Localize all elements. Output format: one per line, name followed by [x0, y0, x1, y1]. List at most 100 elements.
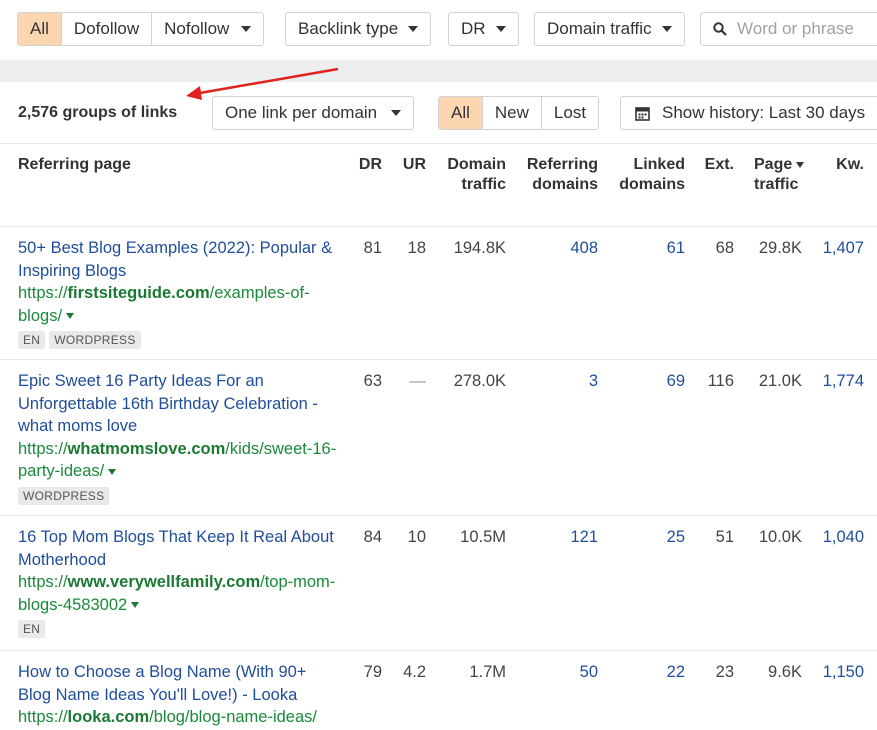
backlink-type-label: Backlink type: [298, 19, 399, 38]
ur-value: 18: [407, 239, 426, 257]
col-page-traffic[interactable]: Page traffic: [754, 155, 816, 195]
tag-list: EN: [18, 620, 343, 638]
referring-page-cell: 16 Top Mom Blogs That Keep It Real About…: [18, 526, 343, 638]
sort-desc-icon: [796, 161, 805, 168]
show-history-dropdown[interactable]: Show history: Last 30 days: [620, 96, 877, 130]
filter-dofollow-button[interactable]: Dofollow: [61, 13, 153, 45]
col-linked-domains[interactable]: Linked domains: [612, 155, 685, 195]
keywords-link[interactable]: 1,040: [816, 526, 864, 548]
search-icon: [713, 22, 727, 36]
linked-domains-link[interactable]: 69: [612, 370, 685, 392]
page-title-link[interactable]: How to Choose a Blog Name (With 90+ Blog…: [18, 661, 343, 706]
page-url-link[interactable]: https://firstsiteguide.com/examples-of-b…: [18, 282, 343, 327]
language-tag: EN: [18, 331, 46, 349]
referring-domains-link[interactable]: 121: [520, 526, 598, 548]
linked-domains-link[interactable]: 25: [612, 526, 685, 548]
keywords-link[interactable]: 1,150: [816, 661, 864, 683]
page-title-link[interactable]: 16 Top Mom Blogs That Keep It Real About…: [18, 526, 343, 571]
keywords-link[interactable]: 1,407: [816, 237, 864, 259]
col-referring-domains-line1: Referring: [526, 156, 598, 173]
table-row: 16 Top Mom Blogs That Keep It Real About…: [0, 516, 877, 651]
ext-value: 51: [715, 528, 734, 546]
page-url-link[interactable]: https://whatmomslove.com/kids/sweet-16-p…: [18, 438, 343, 483]
follow-filter-group: All Dofollow Nofollow: [17, 12, 265, 46]
domain-traffic-dropdown[interactable]: Domain traffic: [534, 12, 685, 46]
chevron-down-icon: [408, 26, 419, 32]
status-tabs: All New Lost: [438, 96, 600, 130]
col-referring-domains[interactable]: Referring domains: [520, 155, 598, 195]
referring-page-cell: Epic Sweet 16 Party Ideas For an Unforge…: [18, 370, 343, 505]
platform-tag: WORDPRESS: [49, 331, 141, 349]
filter-bar: All Dofollow Nofollow Backlink type DR D…: [0, 0, 877, 60]
referring-domains-link[interactable]: 408: [520, 237, 598, 259]
keywords-link[interactable]: 1,774: [816, 370, 864, 392]
referring-page-cell: How to Choose a Blog Name (With 90+ Blog…: [18, 661, 343, 729]
ur-value: 4.2: [403, 663, 426, 681]
col-page-traffic-line1: Page: [754, 156, 793, 173]
tag-list: WORDPRESS: [18, 486, 343, 505]
results-toolbar: 2,576 groups of links One link per domai…: [0, 82, 877, 144]
table-header: Referring page DR UR Domain traffic Refe…: [0, 145, 877, 227]
page-title-link[interactable]: 50+ Best Blog Examples (2022): Popular &…: [18, 237, 343, 282]
search-placeholder: Word or phrase: [737, 19, 854, 38]
nofollow-label: Nofollow: [164, 19, 230, 38]
dr-value: 84: [363, 528, 382, 546]
col-linked-domains-line1: Linked: [633, 156, 685, 173]
dr-dropdown[interactable]: DR: [448, 12, 519, 46]
col-dr[interactable]: DR: [356, 155, 382, 175]
calendar-icon: [635, 106, 650, 121]
ext-value: 68: [715, 239, 734, 257]
page-traffic-value: 21.0K: [758, 372, 802, 390]
domain-traffic-value: 194.8K: [453, 239, 506, 257]
tag-list: EN WORDPRESS: [18, 331, 343, 349]
ur-value: —: [409, 372, 427, 390]
dr-value: 79: [363, 663, 382, 681]
grouping-label: One link per domain: [225, 103, 378, 122]
linked-domains-link[interactable]: 22: [612, 661, 685, 683]
tab-lost[interactable]: Lost: [541, 97, 599, 129]
referring-page-cell: 50+ Best Blog Examples (2022): Popular &…: [18, 237, 343, 349]
dr-label: DR: [461, 19, 486, 38]
search-input[interactable]: Word or phrase: [700, 12, 877, 46]
chevron-down-icon: [661, 26, 672, 32]
filter-nofollow-dropdown[interactable]: Nofollow: [152, 13, 264, 45]
ext-value: 116: [707, 372, 734, 390]
chevron-down-icon[interactable]: [66, 313, 75, 320]
dr-value: 81: [363, 239, 382, 257]
filter-all-button[interactable]: All: [18, 13, 62, 45]
domain-traffic-label: Domain traffic: [547, 19, 652, 38]
page-url-link[interactable]: https://looka.com/blog/blog-name-ideas/: [18, 706, 343, 729]
table-row: 50+ Best Blog Examples (2022): Popular &…: [0, 227, 877, 360]
tab-all[interactable]: All: [439, 97, 483, 129]
page-traffic-value: 29.8K: [758, 239, 802, 257]
page-title-link[interactable]: Epic Sweet 16 Party Ideas For an Unforge…: [18, 370, 343, 438]
ur-value: 10: [407, 528, 426, 546]
domain-traffic-value: 10.5M: [460, 528, 506, 546]
col-linked-domains-line2: domains: [619, 176, 685, 193]
dr-value: 63: [363, 372, 382, 390]
referring-domains-link[interactable]: 50: [520, 661, 598, 683]
linked-domains-link[interactable]: 61: [612, 237, 685, 259]
tab-new[interactable]: New: [482, 97, 542, 129]
annotation-arrow: [186, 67, 339, 100]
chevron-down-icon[interactable]: [108, 468, 117, 475]
chevron-down-icon: [495, 26, 506, 32]
col-kw[interactable]: Kw.: [830, 155, 864, 175]
backlink-type-dropdown[interactable]: Backlink type: [285, 12, 432, 46]
col-domain-traffic-line1: Domain: [447, 156, 506, 173]
col-page-traffic-line2: traffic: [754, 176, 799, 193]
chevron-down-icon: [241, 26, 252, 32]
page-url-link[interactable]: https://www.verywellfamily.com/top-mom-b…: [18, 571, 343, 616]
col-referring-page[interactable]: Referring page: [18, 155, 131, 175]
col-ext[interactable]: Ext.: [696, 155, 734, 175]
col-ur[interactable]: UR: [398, 155, 426, 175]
domain-traffic-value: 1.7M: [469, 663, 506, 681]
col-domain-traffic[interactable]: Domain traffic: [440, 155, 506, 195]
chevron-down-icon[interactable]: [131, 602, 140, 609]
table-row: Epic Sweet 16 Party Ideas For an Unforge…: [0, 360, 877, 516]
page-traffic-value: 10.0K: [758, 528, 802, 546]
chevron-down-icon: [391, 110, 402, 116]
language-tag: EN: [18, 620, 46, 638]
domain-traffic-value: 278.0K: [453, 372, 506, 390]
referring-domains-link[interactable]: 3: [520, 370, 598, 392]
